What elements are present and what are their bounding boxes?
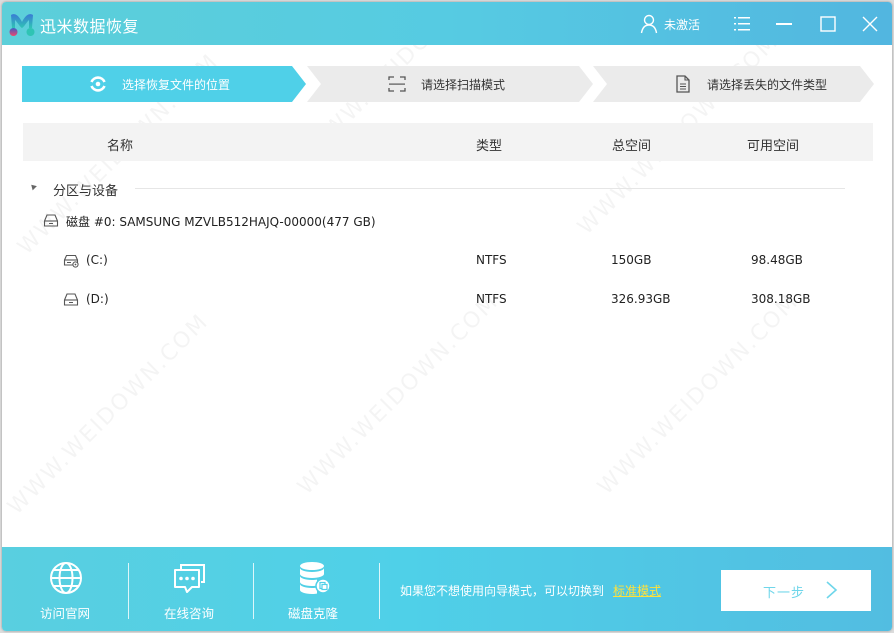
partition-row[interactable]: (C:) NTFS 150GB 98.48GB	[2, 248, 892, 274]
group-divider	[135, 188, 845, 189]
footer-label: 访问官网	[39, 606, 90, 621]
partition-free: 308.18GB	[751, 292, 811, 306]
wizard-steps: 选择恢复文件的位置 请选择扫描模式 请选择丢失的文件类型	[22, 66, 874, 102]
minimize-icon	[776, 23, 792, 25]
group-label: 分区与设备	[53, 184, 119, 199]
user-icon	[640, 14, 658, 34]
maximize-icon	[820, 16, 836, 32]
footer-divider	[379, 563, 380, 619]
watermark: WWW.WEIDOWN.COM	[293, 289, 504, 500]
column-header-total[interactable]: 总空间	[612, 135, 651, 154]
step-label: 选择恢复文件的位置	[122, 77, 231, 92]
disk-clone-button[interactable]: 磁盘克隆	[258, 547, 368, 631]
system-drive-icon	[63, 254, 79, 268]
footer-bar: 访问官网 在线咨询 磁盘克隆 如果您不想使用向导模式，可以切换到 标准模式 下一…	[2, 547, 892, 631]
step-scan-mode[interactable]: 请选择扫描模式	[307, 66, 593, 102]
visit-website-button[interactable]: 访问官网	[10, 547, 120, 631]
table-header: 名称 类型 总空间 可用空间	[23, 123, 873, 161]
maximize-button[interactable]	[816, 12, 840, 36]
app-title: 迅米数据恢复	[40, 17, 140, 36]
partition-type: NTFS	[476, 253, 507, 267]
drive-icon	[63, 293, 79, 306]
column-header-type[interactable]: 类型	[476, 135, 502, 154]
watermark: WWW.WEIDOWN.COM	[3, 309, 214, 520]
account-button[interactable]: 未激活	[640, 14, 700, 34]
next-step-button[interactable]: 下一步	[721, 570, 871, 611]
globe-icon	[50, 562, 82, 594]
database-clone-icon	[300, 562, 331, 594]
location-target-icon	[90, 76, 106, 92]
step-label: 请选择丢失的文件类型	[707, 77, 828, 92]
app-window: WWW.WEIDOWN.COM WWW.WEIDOWN.COM WWW.WEID…	[2, 2, 892, 631]
step-label: 请选择扫描模式	[421, 77, 506, 92]
title-bar[interactable]: 迅米数据恢复 未激活	[2, 2, 892, 45]
column-header-free[interactable]: 可用空间	[747, 135, 799, 154]
collapse-triangle-icon[interactable]	[29, 182, 37, 191]
scan-frame-icon	[388, 76, 406, 92]
partition-type: NTFS	[476, 292, 507, 306]
document-icon	[676, 75, 690, 93]
footer-label: 在线咨询	[163, 606, 214, 621]
menu-button[interactable]	[730, 12, 754, 36]
partition-total: 150GB	[611, 253, 652, 267]
standard-mode-link[interactable]: 标准模式	[613, 582, 661, 599]
online-consult-button[interactable]: 在线咨询	[134, 547, 244, 631]
footer-divider	[253, 563, 254, 619]
partition-row[interactable]: (D:) NTFS 326.93GB 308.18GB	[2, 287, 892, 313]
partition-name: (C:)	[86, 253, 108, 267]
step-file-type[interactable]: 请选择丢失的文件类型	[593, 66, 874, 102]
next-step-label: 下一步	[763, 586, 806, 601]
footer-divider	[128, 563, 129, 619]
partition-name: (D:)	[86, 292, 109, 306]
watermark: WWW.WEIDOWN.COM	[593, 289, 804, 500]
hard-disk-icon	[43, 214, 59, 227]
activation-status: 未激活	[664, 17, 701, 32]
menu-icon	[734, 17, 750, 31]
disk-row[interactable]: 磁盘 #0: SAMSUNG MZVLB512HAJQ-00000(477 GB…	[2, 208, 892, 234]
partition-total: 326.93GB	[611, 292, 671, 306]
partition-free: 98.48GB	[751, 253, 803, 267]
group-partitions-devices[interactable]: 分区与设备	[29, 178, 845, 199]
footer-label: 磁盘克隆	[287, 606, 338, 621]
minimize-button[interactable]	[772, 12, 796, 36]
disk-label: 磁盘 #0: SAMSUNG MZVLB512HAJQ-00000(477 GB…	[66, 215, 376, 229]
step-select-location[interactable]: 选择恢复文件的位置	[22, 66, 306, 102]
chat-bubbles-icon	[174, 564, 205, 593]
chevron-right-icon	[826, 581, 838, 599]
wizard-mode-hint: 如果您不想使用向导模式，可以切换到	[400, 584, 605, 598]
app-logo-icon	[9, 14, 35, 36]
close-icon	[862, 16, 878, 32]
column-header-name[interactable]: 名称	[107, 135, 133, 154]
close-button[interactable]	[858, 12, 882, 36]
